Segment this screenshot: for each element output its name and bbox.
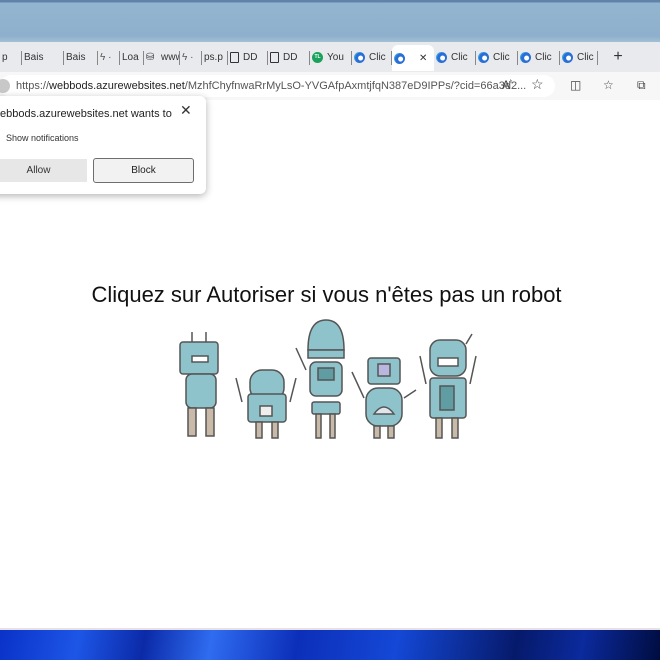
site-info-icon[interactable] xyxy=(0,79,10,93)
tab-label: Clic xyxy=(451,51,468,63)
tab-label: Bais xyxy=(24,51,44,63)
address-bar[interactable]: https://webbods.azurewebsites.net/MzhfCh… xyxy=(0,75,555,97)
tab[interactable]: Clic xyxy=(434,43,476,71)
favorites-icon[interactable]: ☆ xyxy=(603,78,614,92)
bolt-icon: ϟ · xyxy=(182,51,194,63)
tab-label: Clic xyxy=(577,51,594,63)
tab-strip: p Bais Bais ϟ · Loa ⛁ www ϟ · ps.p DD DD TL You Clic ✕… xyxy=(0,42,660,72)
tab[interactable]: Clic xyxy=(352,43,392,71)
allow-button[interactable]: Allow xyxy=(0,159,87,182)
tab-label: Clic xyxy=(535,51,552,63)
block-button[interactable]: Block xyxy=(93,158,194,183)
robot-4 xyxy=(351,357,417,439)
edge-icon xyxy=(478,51,489,63)
tab[interactable]: ps.p xyxy=(202,43,228,71)
desktop-wallpaper xyxy=(0,630,660,660)
tab[interactable]: ϟ · xyxy=(180,43,202,71)
tab[interactable]: Bais xyxy=(22,43,64,71)
edge-icon xyxy=(354,51,365,63)
read-aloud-icon[interactable]: Aᵇ xyxy=(502,78,512,92)
page-headline: Cliquez sur Autoriser si vous n'êtes pas… xyxy=(91,282,562,307)
tab-label: Loa xyxy=(122,51,139,63)
tab[interactable]: TL You xyxy=(310,43,352,71)
tab-label: ps.p xyxy=(204,51,223,63)
tab[interactable]: ϟ · xyxy=(98,43,120,71)
close-icon[interactable]: ✕ xyxy=(180,102,192,119)
tab-label: Clic xyxy=(369,51,386,63)
document-icon xyxy=(270,51,279,63)
tab[interactable]: ⛁ www xyxy=(144,43,180,71)
tab[interactable]: p xyxy=(0,43,22,71)
desktop-background xyxy=(0,0,660,42)
tab[interactable]: ✕ xyxy=(392,45,434,71)
document-icon xyxy=(230,51,239,63)
tab-label: DD xyxy=(243,51,258,63)
tab[interactable]: Clic xyxy=(518,43,560,71)
close-tab-icon[interactable]: ✕ xyxy=(419,53,427,64)
tab[interactable]: DD xyxy=(228,43,268,71)
download-icon: ⛁ xyxy=(146,51,155,63)
collections-icon[interactable]: ⧉ xyxy=(637,78,646,93)
robot-2 xyxy=(235,369,297,439)
popup-subtitle: Show notifications xyxy=(6,133,79,143)
url-text[interactable]: https://webbods.azurewebsites.net/MzhfCh… xyxy=(16,80,526,92)
tab-divider xyxy=(597,51,598,65)
split-screen-icon[interactable]: ◫ xyxy=(570,78,581,92)
tl-icon: TL xyxy=(312,51,323,63)
new-tab-button[interactable]: + xyxy=(608,48,628,66)
robot-5 xyxy=(419,333,477,439)
tab[interactable]: Clic xyxy=(476,43,518,71)
edge-icon xyxy=(436,51,447,63)
tab-label: DD xyxy=(283,51,298,63)
tab-label: You xyxy=(327,51,344,63)
robot-1 xyxy=(179,332,219,437)
popup-title: ebbods.azurewebsites.net wants to xyxy=(0,108,172,120)
tab[interactable]: Bais xyxy=(64,43,98,71)
edge-icon xyxy=(394,52,405,64)
tab-label: www xyxy=(161,51,180,63)
robots-illustration xyxy=(179,319,477,439)
notification-permission-popup: ebbods.azurewebsites.net wants to ✕ Show… xyxy=(0,96,206,194)
url-path: /MzhfChyfnwaRrMyLsO-YVGAfpAxmtjfqN387eD9… xyxy=(184,80,527,92)
tab[interactable]: Clic xyxy=(560,43,598,71)
bolt-icon: ϟ · xyxy=(100,51,112,63)
tab-label: Bais xyxy=(66,51,86,63)
tab[interactable]: Loa xyxy=(120,43,144,71)
edge-icon xyxy=(520,51,531,63)
favorite-star-icon[interactable]: ☆ xyxy=(531,76,544,93)
url-host: webbods.azurewebsites.net xyxy=(49,80,185,92)
robot-3 xyxy=(295,319,345,439)
tab-label: p xyxy=(2,51,8,63)
edge-icon xyxy=(562,51,573,63)
tab[interactable]: DD xyxy=(268,43,310,71)
tab-label: Clic xyxy=(493,51,510,63)
url-prefix: https:// xyxy=(16,80,50,92)
